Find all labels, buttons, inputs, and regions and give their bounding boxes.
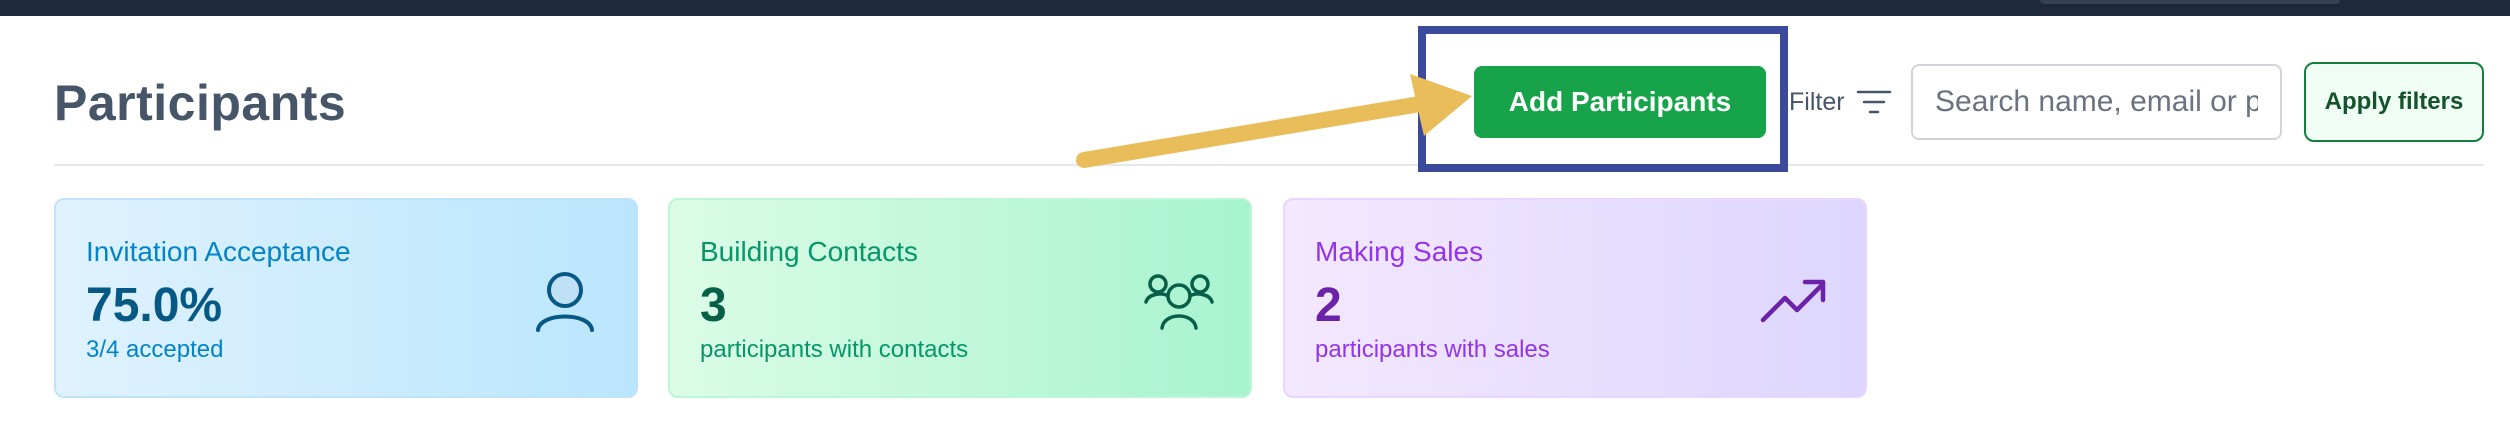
card-title: Invitation Acceptance <box>86 236 351 267</box>
card-value: 2 <box>1315 279 1342 332</box>
card-subtitle: 3/4 accepted <box>86 336 224 363</box>
user-icon <box>536 272 594 332</box>
apply-filters-button[interactable]: Apply filters <box>2304 62 2484 142</box>
users-group-icon <box>1144 274 1214 330</box>
top-navigation-bar <box>0 0 2510 16</box>
making-sales-card: Making Sales 2 participants with sales <box>1283 198 1867 398</box>
card-value: 3 <box>700 279 727 332</box>
card-title: Making Sales <box>1315 236 1484 267</box>
page-title: Participants <box>54 75 347 131</box>
trending-up-icon <box>1760 279 1826 323</box>
filter-label[interactable]: Filter <box>1789 88 1845 117</box>
card-subtitle: participants with sales <box>1315 336 1550 363</box>
top-bar-element <box>2040 0 2340 4</box>
filter-icon[interactable] <box>1856 88 1892 116</box>
add-participants-button[interactable]: Add Participants <box>1474 66 1766 138</box>
search-input[interactable] <box>1911 64 2282 140</box>
annotation-arrow-icon <box>1076 74 1472 168</box>
building-contacts-card: Building Contacts 3 participants with co… <box>668 198 1252 398</box>
card-value: 75.0% <box>86 279 223 332</box>
card-subtitle: participants with contacts <box>700 336 969 363</box>
card-title: Building Contacts <box>700 236 918 267</box>
invitation-acceptance-card: Invitation Acceptance 75.0% 3/4 accepted <box>54 198 638 398</box>
